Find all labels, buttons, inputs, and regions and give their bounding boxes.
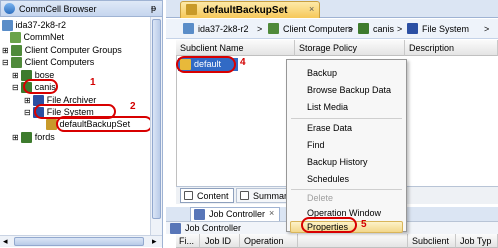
client-icon: [358, 23, 369, 34]
close-icon[interactable]: ×: [309, 4, 314, 14]
summary-icon: [240, 191, 249, 200]
callout-oval-properties: [301, 217, 357, 233]
callout-4: 4: [240, 57, 246, 68]
expand-icon[interactable]: ⊞: [24, 96, 31, 105]
callout-oval-canis: [23, 79, 58, 94]
group-icon: [11, 45, 23, 57]
scroll-thumb[interactable]: [14, 237, 144, 246]
scroll-thumb[interactable]: [152, 19, 161, 219]
menu-separator: [291, 118, 402, 119]
jc-column-operation[interactable]: Operation: [240, 234, 298, 248]
tree-row-commnet[interactable]: CommNet: [10, 32, 64, 44]
jc-column-job-type[interactable]: Job Typ: [456, 234, 498, 248]
commcell-icon: [183, 23, 194, 34]
collapse-icon[interactable]: ⊟: [2, 58, 9, 67]
breadcrumb-item[interactable]: ida37-2k8-r2: [198, 24, 249, 34]
callout-oval-default: [176, 56, 236, 73]
collapse-icon[interactable]: ⊟: [12, 83, 19, 92]
breadcrumb-item[interactable]: canis: [373, 24, 394, 34]
context-menu: Backup Browse Backup Data List Media Era…: [286, 59, 407, 233]
commcell-browser-icon: [4, 3, 15, 14]
tab-job-controller[interactable]: Job Controller ×: [190, 207, 280, 221]
tree-row-fords[interactable]: ⊞ fords: [12, 132, 55, 144]
menu-item-list-media[interactable]: List Media: [307, 102, 348, 112]
client-icon: [21, 132, 33, 144]
breadcrumb-item[interactable]: File System: [422, 24, 469, 34]
menu-separator: [291, 189, 402, 190]
job-controller-icon: [194, 209, 205, 220]
expand-icon[interactable]: ⊞: [2, 46, 9, 55]
close-icon[interactable]: ×: [269, 208, 274, 218]
tree-row-client-computers[interactable]: ⊟ Client Computers: [2, 57, 94, 69]
left-panel-header: CommCell Browser ᵽ: [0, 0, 163, 17]
scroll-right-icon[interactable]: ▸: [152, 236, 157, 247]
scroll-left-icon[interactable]: ◂: [3, 236, 8, 247]
callout-2: 2: [130, 101, 136, 112]
tab-default-backup-set[interactable]: defaultBackupSet ×: [180, 1, 320, 18]
expand-icon[interactable]: ⊞: [12, 133, 19, 142]
jc-column-filter[interactable]: Fi...: [176, 234, 200, 248]
job-controller-icon: [170, 223, 181, 234]
jc-column-subclient[interactable]: Subclient: [408, 234, 456, 248]
tab-summary[interactable]: Summary: [236, 188, 292, 203]
column-header-storage-policy[interactable]: Storage Policy: [295, 40, 405, 56]
menu-item-browse-backup-data[interactable]: Browse Backup Data: [307, 85, 391, 95]
collapse-icon[interactable]: ⊟: [24, 108, 31, 117]
expand-icon[interactable]: ⊞: [12, 71, 19, 80]
menu-item-erase-data[interactable]: Erase Data: [307, 123, 352, 133]
content-icon: [184, 191, 193, 200]
menu-item-schedules[interactable]: Schedules: [307, 174, 349, 184]
menu-item-delete[interactable]: Delete: [307, 193, 333, 203]
breadcrumb-item[interactable]: Client Computers: [283, 24, 353, 34]
tree-row-root[interactable]: ida37-2k8-r2: [2, 20, 66, 32]
commcell-icon: [2, 20, 13, 32]
callout-5: 5: [361, 219, 367, 230]
menu-item-backup-history[interactable]: Backup History: [307, 157, 368, 167]
tree-row-client-groups[interactable]: ⊞ Client Computer Groups: [2, 45, 122, 57]
pin-icon[interactable]: ᵽ: [151, 3, 156, 13]
computers-icon: [11, 57, 23, 69]
menu-item-backup[interactable]: Backup: [307, 68, 337, 78]
callout-oval-backup-set: [56, 116, 153, 132]
computers-icon: [268, 23, 279, 34]
callout-1: 1: [90, 77, 96, 88]
backupset-icon: [186, 4, 197, 15]
jc-column-job-id[interactable]: Job ID: [200, 234, 240, 248]
panel-title: CommCell Browser: [19, 4, 97, 14]
column-header-description[interactable]: Description: [405, 40, 498, 56]
breadcrumb: ida37-2k8-r2 > Client Computers > canis …: [166, 19, 498, 39]
menu-item-find[interactable]: Find: [307, 140, 325, 150]
horizontal-scrollbar[interactable]: ◂ ▸: [0, 235, 162, 247]
tab-content[interactable]: Content: [180, 188, 234, 203]
agent-icon: [407, 23, 418, 34]
jc-column-hidden: [298, 234, 408, 248]
commnet-icon: [10, 32, 21, 44]
vertical-scrollbar[interactable]: [150, 17, 162, 235]
column-header-subclient[interactable]: Subclient Name: [176, 40, 295, 56]
left-panel-body: ida37-2k8-r2 CommNet ⊞ Client Computer G…: [0, 17, 163, 248]
